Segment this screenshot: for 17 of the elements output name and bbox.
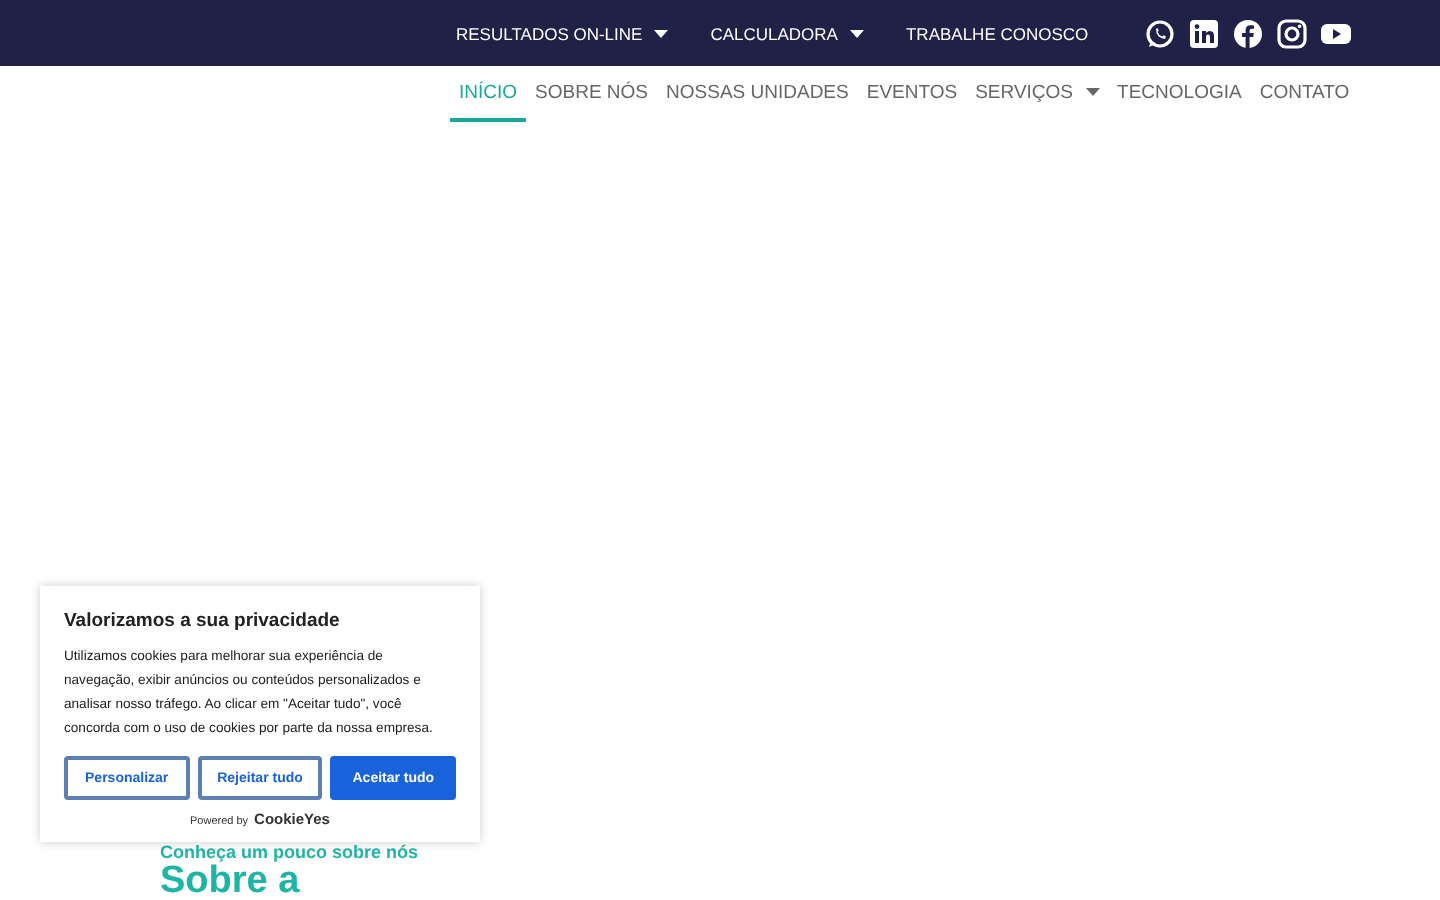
chat-bubble-icon[interactable] xyxy=(1144,17,1177,49)
nav-tab[interactable]: TECNOLOGIA xyxy=(1108,66,1251,122)
section-kicker: Conheça um pouco sobre nós xyxy=(160,842,421,864)
nav-tab[interactable]: NOSSAS UNIDADES xyxy=(657,66,858,122)
nav-tab[interactable]: SERVIÇOS xyxy=(966,66,1109,122)
section-heading: Sobre a xyxy=(160,864,300,900)
nav-tab[interactable]: INÍCIO xyxy=(450,66,527,122)
banner-title: Valorizamos a sua privacidade xyxy=(64,610,342,632)
round-f-icon[interactable] xyxy=(1232,17,1265,49)
square-profile-icon[interactable] xyxy=(1188,17,1221,49)
nav-tab[interactable]: SOBRE NÓS xyxy=(526,66,658,122)
top-link[interactable]: RESULTADOS ON-LINE xyxy=(456,23,669,43)
nav-tab[interactable]: CONTATO xyxy=(1250,66,1359,122)
top-link[interactable]: TRABALHE CONOSCO xyxy=(905,23,1089,43)
camera-icon[interactable] xyxy=(1276,17,1309,49)
top-link[interactable]: CALCULADORA xyxy=(710,23,864,43)
nav-tab[interactable]: EVENTOS xyxy=(857,66,967,122)
